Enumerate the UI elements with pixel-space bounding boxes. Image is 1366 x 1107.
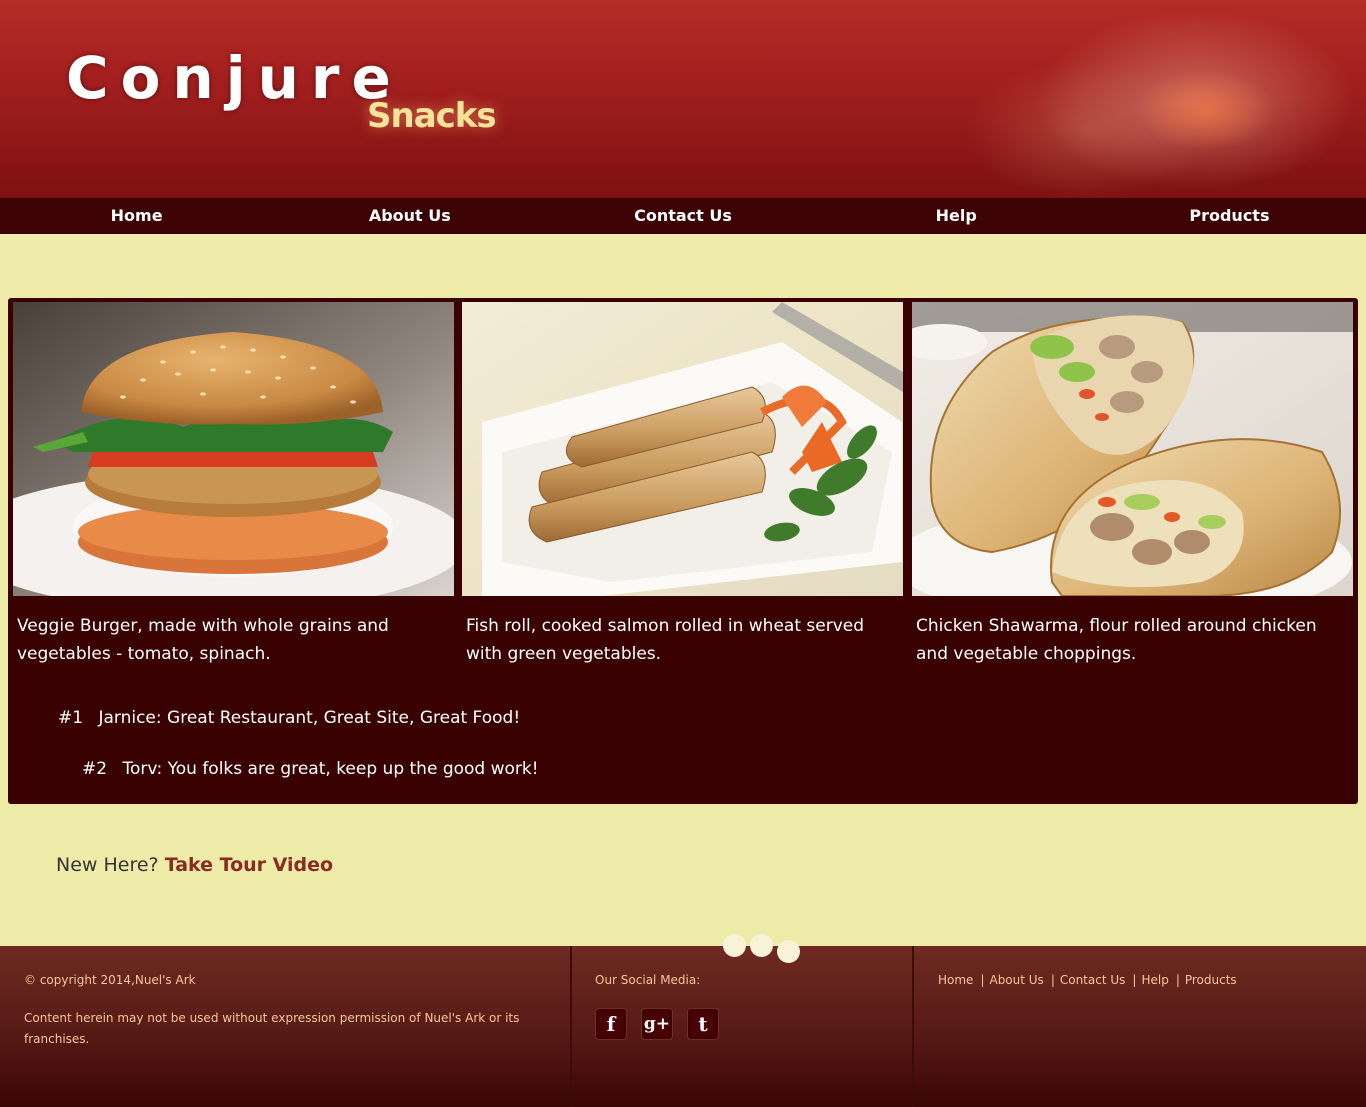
nav-products[interactable]: Products [1093, 198, 1366, 234]
product-caption: Chicken Shawarma, flour rolled around ch… [916, 616, 1317, 664]
footer-link-help[interactable]: Help [1141, 973, 1168, 987]
footer-separator: | [1050, 973, 1055, 987]
footer-link-products[interactable]: Products [1185, 973, 1237, 987]
footer-separator: | [980, 973, 985, 987]
site-footer: © copyright 2014,Nuel's Ark Content here… [0, 946, 1366, 1107]
product-card: Fish roll, cooked salmon rolled in wheat… [462, 302, 903, 668]
copyright-text: © copyright 2014,Nuel's Ark [24, 973, 196, 987]
nav-contact-us[interactable]: Contact Us [546, 198, 819, 234]
tour-prefix: New Here? [56, 854, 159, 876]
site-header: Conjure Snacks [0, 0, 1366, 198]
decoration-dot [750, 934, 773, 957]
decoration-dot [723, 934, 746, 957]
footer-decoration-dots [723, 934, 800, 963]
review-number: #2 [82, 759, 108, 779]
nav-help[interactable]: Help [820, 198, 1093, 234]
logo-name[interactable]: Conjure [66, 44, 403, 112]
social-links: f g+ t [595, 1008, 719, 1040]
review-text: Torv: You folks are great, keep up the g… [122, 759, 539, 779]
main-nav: Home About Us Contact Us Help Products [0, 198, 1366, 234]
social-title: Our Social Media: [595, 973, 701, 987]
featured-panel: Veggie Burger, made with whole grains an… [8, 298, 1358, 804]
footer-links: Home | About Us | Contact Us | Help | Products [938, 970, 1237, 991]
footer-link-about-us[interactable]: About Us [989, 973, 1043, 987]
veggie-burger-photo[interactable] [13, 302, 454, 596]
header-food-photo [966, 0, 1366, 198]
tour-prompt: New Here? Take Tour Video [56, 854, 333, 876]
tumblr-icon[interactable]: t [687, 1008, 719, 1040]
disclaimer-text: Content herein may not be used without e… [24, 1011, 520, 1046]
review-text: Jarnice: Great Restaurant, Great Site, G… [98, 708, 521, 728]
nav-home[interactable]: Home [0, 198, 273, 234]
tour-video-link[interactable]: Take Tour Video [165, 854, 333, 876]
product-card: Chicken Shawarma, flour rolled around ch… [912, 302, 1353, 668]
footer-link-home[interactable]: Home [938, 973, 973, 987]
footer-link-contact-us[interactable]: Contact Us [1060, 973, 1126, 987]
product-card: Veggie Burger, made with whole grains an… [13, 302, 454, 668]
fish-roll-photo[interactable] [462, 302, 903, 596]
logo-tagline: Snacks [367, 96, 497, 136]
footer-legal: © copyright 2014,Nuel's Ark Content here… [0, 946, 570, 1107]
facebook-icon[interactable]: f [595, 1008, 627, 1040]
footer-nav: Home | About Us | Contact Us | Help | Products [912, 946, 1366, 1107]
review: #2 Torv: You folks are great, keep up th… [82, 759, 539, 779]
footer-separator: | [1175, 973, 1180, 987]
google-plus-icon[interactable]: g+ [641, 1008, 673, 1040]
footer-separator: | [1132, 973, 1137, 987]
product-caption: Veggie Burger, made with whole grains an… [17, 616, 389, 664]
nav-about-us[interactable]: About Us [273, 198, 546, 234]
chicken-shawarma-photo[interactable] [912, 302, 1353, 596]
product-caption: Fish roll, cooked salmon rolled in wheat… [466, 616, 865, 664]
footer-social: Our Social Media: f g+ t [570, 946, 912, 1107]
decoration-dot [777, 940, 800, 963]
review-number: #1 [58, 708, 84, 728]
review: #1 Jarnice: Great Restaurant, Great Site… [58, 708, 520, 728]
